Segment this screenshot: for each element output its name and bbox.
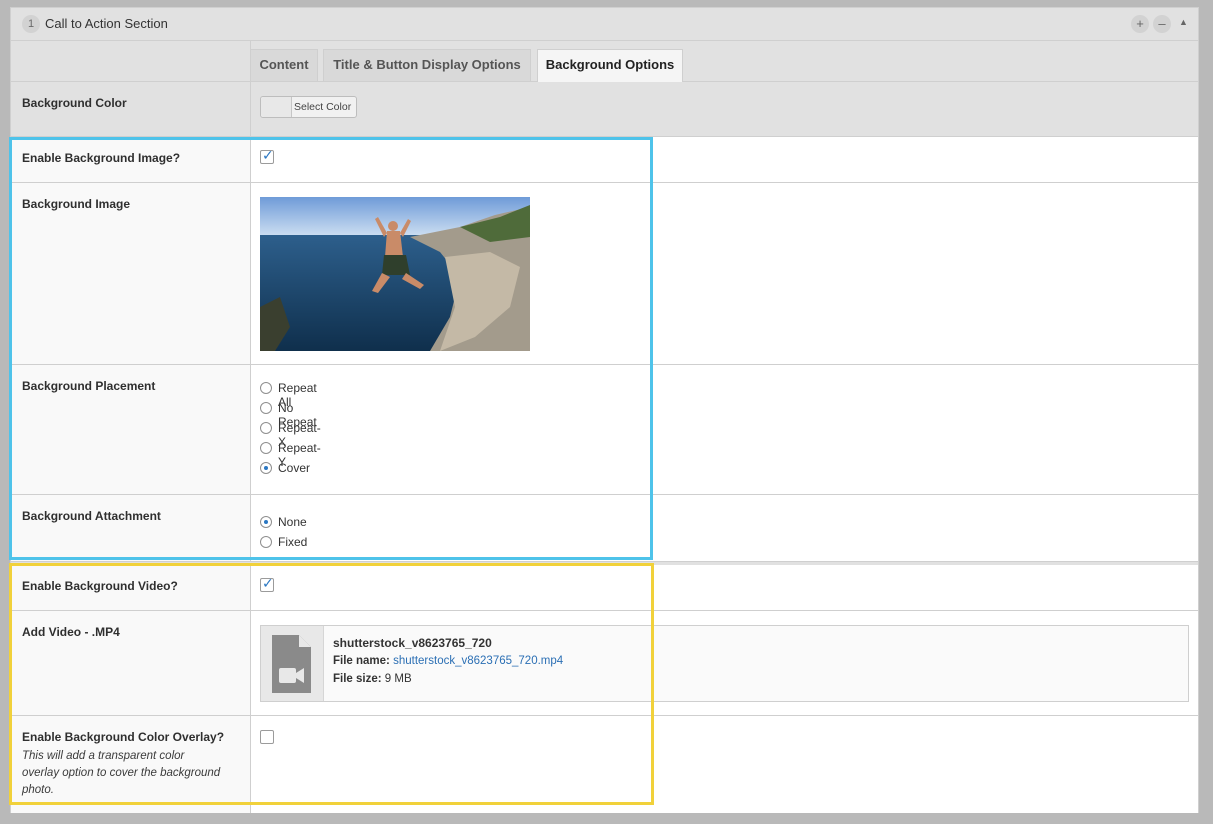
add-section-button[interactable]: + <box>1131 15 1149 33</box>
tab-background-options[interactable]: Background Options <box>537 49 683 82</box>
cliff-jump-photo <box>260 197 530 351</box>
color-swatch <box>261 97 292 117</box>
row-enable-bg-video: Enable Background Video? ✓ <box>11 565 1198 611</box>
call-to-action-panel: 1 Call to Action Section + – ▲ Content T… <box>10 7 1199 813</box>
background-image-label: Background Image <box>22 197 131 211</box>
remove-section-button[interactable]: – <box>1153 15 1171 33</box>
video-file-size: File size: 9 MB <box>333 673 412 685</box>
check-icon: ✓ <box>262 575 274 591</box>
enable-bg-image-label: Enable Background Image? <box>22 151 181 165</box>
panel-title: Call to Action Section <box>45 16 168 31</box>
check-icon: ✓ <box>262 147 274 163</box>
background-attachment-label: Background Attachment <box>22 509 161 523</box>
video-file-icon <box>261 626 324 701</box>
panel-header[interactable]: 1 Call to Action Section + – ▲ <box>11 8 1198 41</box>
collapse-arrow-icon[interactable]: ▲ <box>1179 17 1188 27</box>
enable-overlay-label: Enable Background Color Overlay? <box>22 730 225 744</box>
row-enable-overlay: Enable Background Color Overlay? This wi… <box>11 716 1198 813</box>
video-file-name: File name: shutterstock_v8623765_720.mp4 <box>333 655 564 667</box>
section-number-badge: 1 <box>22 15 40 33</box>
video-file-link[interactable]: shutterstock_v8623765_720.mp4 <box>393 655 563 667</box>
add-video-label: Add Video - .MP4 <box>22 625 120 639</box>
enable-bg-image-checkbox[interactable]: ✓ <box>260 147 274 164</box>
row-background-image: Background Image <box>11 183 1198 365</box>
video-title: shutterstock_v8623765_720 <box>333 636 492 650</box>
background-image-preview[interactable] <box>260 197 530 351</box>
row-background-attachment: Background Attachment None Fixed <box>11 495 1198 562</box>
row-add-video: Add Video - .MP4 shutterstock_v8623765_7… <box>11 611 1198 716</box>
background-color-label: Background Color <box>22 96 127 110</box>
tab-content[interactable]: Content <box>250 49 318 81</box>
row-enable-bg-image: Enable Background Image? ✓ <box>11 137 1198 183</box>
video-attachment[interactable]: shutterstock_v8623765_720 File name: shu… <box>260 625 1189 702</box>
enable-overlay-description: This will add a transparent color overla… <box>22 750 221 796</box>
enable-bg-video-label: Enable Background Video? <box>22 579 178 593</box>
tabs-bar: Content Title & Button Display Options B… <box>11 41 1198 82</box>
select-color-button[interactable]: Select Color <box>260 96 357 118</box>
row-background-color: Background Color Select Color <box>11 82 1198 137</box>
row-background-placement: Background Placement Repeat All No Repea… <box>11 365 1198 495</box>
enable-bg-video-checkbox[interactable]: ✓ <box>260 575 274 592</box>
tab-title-button-display[interactable]: Title & Button Display Options <box>323 49 531 81</box>
background-placement-label: Background Placement <box>22 379 156 393</box>
enable-overlay-checkbox[interactable] <box>260 730 274 744</box>
